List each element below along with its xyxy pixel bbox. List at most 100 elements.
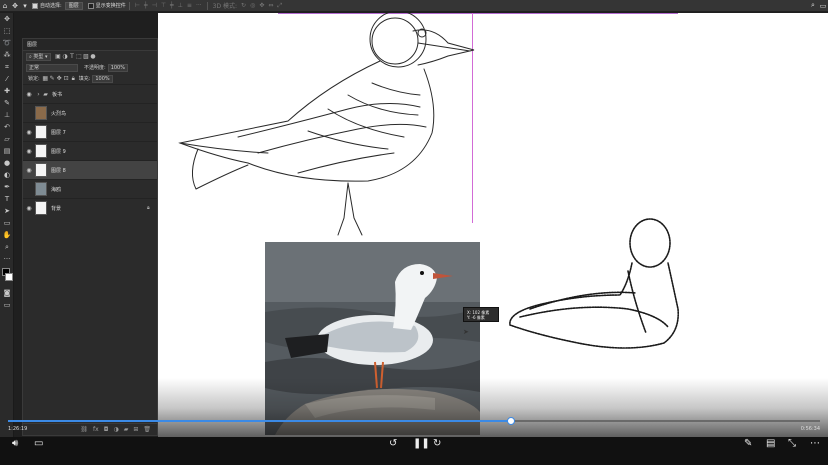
progress-bar[interactable]	[8, 420, 820, 422]
subtitles-icon[interactable]: ▭	[34, 438, 43, 449]
lock-pixels-icon[interactable]: ✎	[49, 75, 56, 82]
filter-toggle-icon[interactable]: ●	[90, 53, 97, 60]
align-middle-icon[interactable]: ╪	[170, 2, 174, 9]
quick-mask-icon[interactable]: ◙	[0, 287, 14, 299]
volume-icon[interactable]: 🔊︎	[12, 438, 18, 449]
exit-fullscreen-icon[interactable]: ⤡	[788, 438, 796, 449]
sketch-tail	[192, 148, 249, 190]
dodge-tool-icon[interactable]: ◐	[0, 169, 14, 181]
pause-icon[interactable]: ❚❚	[413, 438, 430, 449]
sketch-body	[178, 60, 435, 182]
healing-brush-tool-icon[interactable]: ✚	[0, 85, 14, 97]
filter-pixel-icon[interactable]: ▣	[55, 53, 62, 60]
lasso-tool-icon[interactable]: ➰	[0, 37, 14, 49]
roll-3d-icon[interactable]: ◎	[250, 2, 255, 9]
type-tool-icon[interactable]: T	[0, 193, 14, 205]
lock-all-icon[interactable]: 🔒︎	[70, 75, 77, 83]
crop-tool-icon[interactable]: ⌗	[0, 61, 14, 73]
lock-position-icon[interactable]: ✥	[56, 75, 63, 82]
charcoal-wing	[519, 306, 669, 328]
eye-icon[interactable]: ◉	[23, 91, 35, 98]
chevron-right-icon[interactable]: ›	[35, 91, 42, 98]
player-bottom-bar: 🔊︎ ▭ ↺ ❚❚ ↻ ✎ ▤ ⤡ ⋯	[0, 437, 828, 465]
document-canvas[interactable]: X: 102 像素 Y: -6 像素 ➤	[158, 13, 828, 445]
layer-row-group[interactable]: ◉ › ▰ 板书	[23, 84, 157, 103]
align-center-icon[interactable]: ┿	[144, 2, 148, 9]
brush-tool-icon[interactable]: ✎	[0, 97, 14, 109]
eye-icon[interactable]: ◉	[23, 205, 35, 212]
layer-row[interactable]: ◉ 图层 9	[23, 141, 157, 160]
charcoal-body	[509, 262, 680, 349]
color-swatches[interactable]	[0, 265, 13, 287]
auto-select-checkbox[interactable]	[32, 2, 38, 9]
eyedropper-tool-icon[interactable]: ⁄	[0, 73, 14, 85]
auto-select-dropdown[interactable]: 图层	[64, 1, 83, 10]
filter-smart-object-icon[interactable]: ▧	[83, 53, 90, 60]
rewind-icon[interactable]: ↺	[389, 438, 397, 449]
rectangle-tool-icon[interactable]: ▭	[0, 217, 14, 229]
total-time: 0:56:34	[800, 426, 820, 432]
filter-shape-icon[interactable]: ⬚	[76, 53, 83, 60]
rotate-3d-icon[interactable]: ↻	[241, 2, 246, 9]
eye-icon[interactable]: ◉	[23, 148, 35, 155]
layers-filter-row: ⌕ 类型 ▾ ▣ ◑ T ⬚ ▧ ●	[23, 51, 157, 62]
eye-icon[interactable]: ◉	[23, 129, 35, 136]
path-selection-tool-icon[interactable]: ➤	[0, 205, 14, 217]
history-brush-tool-icon[interactable]: ↶	[0, 121, 14, 133]
captions-icon[interactable]: ▤	[766, 438, 775, 449]
forward-icon[interactable]: ↻	[433, 438, 441, 449]
align-bottom-icon[interactable]: ⊥	[178, 2, 183, 9]
filter-kind-dropdown[interactable]: ⌕ 类型 ▾	[26, 52, 51, 61]
layer-name: 图层 8	[51, 167, 66, 174]
filter-type-icon[interactable]: T	[69, 53, 76, 60]
clone-stamp-tool-icon[interactable]: ⊥	[0, 109, 14, 121]
align-left-icon[interactable]: ⊢	[135, 2, 140, 9]
search-icon[interactable]: ⌕	[808, 1, 818, 10]
pen-tool-icon[interactable]: ✒	[0, 181, 14, 193]
lock-transparency-icon[interactable]: ▦	[42, 75, 49, 82]
zoom-tool-icon[interactable]: ⌕	[0, 241, 14, 253]
sketch-head-circle-inner	[371, 17, 419, 65]
chevron-down-icon[interactable]: ▾	[20, 2, 30, 10]
blur-tool-icon[interactable]: ●	[0, 157, 14, 169]
filter-adjustment-icon[interactable]: ◑	[62, 53, 69, 60]
lock-artboard-icon[interactable]: ⊡	[63, 75, 70, 82]
distribute-icon[interactable]: ≡	[187, 2, 192, 9]
show-transform-checkbox[interactable]	[87, 2, 94, 9]
gradient-tool-icon[interactable]: ▤	[0, 145, 14, 157]
more-icon[interactable]: ⋯	[810, 438, 820, 449]
home-icon[interactable]: ⌂	[0, 2, 10, 10]
screen-mode-icon[interactable]: ▭	[0, 299, 14, 311]
opacity-input[interactable]: 100%	[107, 63, 128, 72]
eraser-tool-icon[interactable]: ▱	[0, 133, 14, 145]
layer-row-selected[interactable]: ◉ 图层 8	[23, 160, 157, 179]
align-top-icon[interactable]: ⊤	[161, 2, 166, 9]
lock-icon: 🔒︎	[147, 205, 150, 211]
workspace-icon[interactable]: ▭	[818, 2, 828, 10]
edit-toolbar-icon[interactable]: ···	[0, 253, 14, 265]
slide-3d-icon[interactable]: ⇔	[268, 2, 273, 9]
layer-row[interactable]: 火烈鸟	[23, 103, 157, 122]
layer-row[interactable]: 海鸥	[23, 179, 157, 198]
background-color-swatch[interactable]	[5, 273, 13, 281]
marquee-tool-icon[interactable]: ⬚	[0, 25, 14, 37]
align-right-icon[interactable]: ⊣	[152, 2, 157, 9]
eye-icon[interactable]: ◉	[23, 167, 35, 174]
magic-wand-tool-icon[interactable]: ⁂	[0, 49, 14, 61]
layer-name: 海鸥	[51, 186, 62, 193]
pan-3d-icon[interactable]: ✥	[259, 2, 264, 9]
scale-3d-icon[interactable]: ⤢	[277, 2, 282, 10]
fill-input[interactable]: 100%	[92, 74, 113, 83]
move-tool-icon[interactable]: ✥	[10, 2, 20, 10]
pen-icon[interactable]: ✎	[744, 438, 752, 449]
blend-mode-dropdown[interactable]: 正常	[26, 63, 78, 72]
layers-panel-title[interactable]: 图层	[23, 39, 157, 51]
move-tool-icon[interactable]: ✥	[0, 13, 14, 25]
layer-row[interactable]: ◉ 图层 7	[23, 122, 157, 141]
charcoal-head	[629, 218, 671, 268]
hand-tool-icon[interactable]: ✋	[0, 229, 14, 241]
more-options-icon[interactable]: ···	[196, 2, 202, 9]
progress-knob[interactable]	[507, 417, 516, 425]
lock-label: 锁定:	[28, 76, 40, 82]
layer-row-background[interactable]: ◉ 背景 🔒︎	[23, 198, 157, 217]
